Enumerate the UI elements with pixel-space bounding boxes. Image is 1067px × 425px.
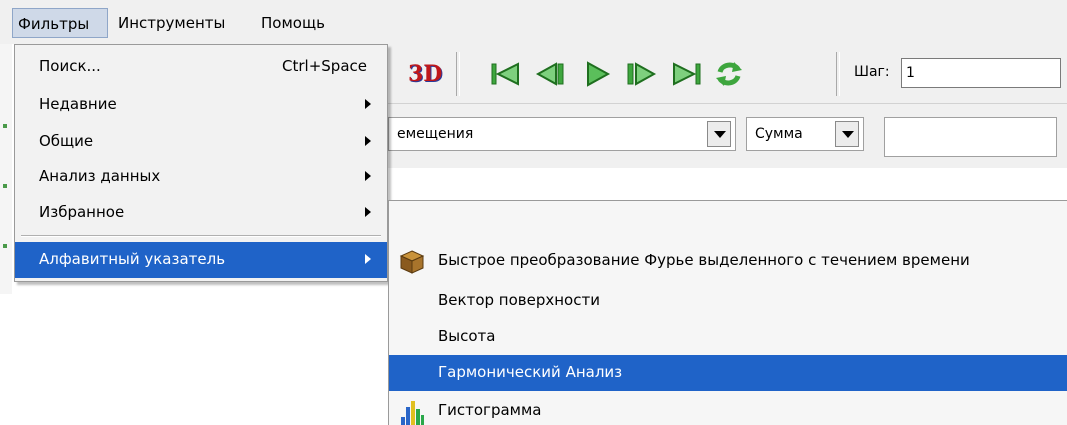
submenu-item-surface-vector[interactable]: Вектор поверхности (389, 283, 1067, 319)
left-panel-edge (0, 44, 12, 294)
menu-item-favorites[interactable]: Избранное (15, 195, 387, 231)
tree-marker (3, 184, 7, 188)
menu-item-search[interactable]: Поиск... Ctrl+Space (15, 49, 387, 85)
value-field[interactable] (884, 117, 1057, 157)
submenu-item-label: Быстрое преобразование Фурье выделенного… (438, 251, 970, 269)
shortcut-label: Ctrl+Space (282, 57, 367, 75)
menu-item-label: Избранное (39, 203, 125, 221)
alphabetical-submenu: Быстрое преобразование Фурье выделенного… (388, 200, 1067, 425)
previous-frame-icon[interactable] (534, 58, 568, 90)
submenu-item-label: Гистограмма (438, 401, 542, 419)
submenu-arrow-icon (365, 171, 371, 181)
submenu-arrow-icon (365, 99, 371, 109)
variable-select-value: емещения (397, 126, 474, 142)
submenu-arrow-icon (365, 207, 371, 217)
submenu-item-fft[interactable]: Быстрое преобразование Фурье выделенного… (389, 243, 1067, 279)
menu-help[interactable]: Помощь (256, 8, 346, 38)
view-3d-button[interactable]: 3D (408, 58, 448, 90)
menu-item-label: Недавние (39, 95, 117, 113)
chevron-down-icon[interactable] (835, 121, 859, 147)
menu-tools[interactable]: Инструменты (113, 8, 255, 38)
first-frame-icon[interactable] (488, 58, 522, 90)
tree-marker (3, 244, 7, 248)
menu-separator (21, 235, 381, 237)
step-input[interactable] (901, 58, 1061, 88)
menu-item-data-analysis[interactable]: Анализ данных (15, 159, 387, 195)
animation-toolbar: 3D Шаг: (388, 44, 1067, 104)
submenu-arrow-icon (365, 136, 371, 146)
menu-item-label: Поиск... (39, 57, 101, 75)
menu-item-alphabetical[interactable]: Алфавитный указатель (15, 242, 387, 278)
last-frame-icon[interactable] (670, 58, 704, 90)
menu-item-label: Алфавитный указатель (39, 250, 226, 268)
submenu-arrow-icon (365, 254, 371, 264)
submenu-item-label: Гармонический Анализ (438, 363, 623, 381)
menu-item-label: Анализ данных (39, 167, 161, 185)
variable-select[interactable]: емещения (388, 117, 736, 151)
aggregate-select-value: Сумма (755, 126, 803, 142)
variable-toolbar: емещения Сумма (388, 104, 1067, 168)
submenu-item-label: Высота (438, 327, 496, 345)
box-icon (399, 249, 425, 275)
aggregate-select[interactable]: Сумма (746, 117, 864, 151)
menu-item-common[interactable]: Общие (15, 124, 387, 160)
toolbar-separator (456, 52, 460, 96)
play-icon[interactable] (580, 58, 614, 90)
menu-filters[interactable]: Фильтры (12, 8, 108, 38)
toolbar-separator (836, 52, 840, 96)
next-frame-icon[interactable] (624, 58, 658, 90)
filters-menu: Поиск... Ctrl+Space Недавние Общие Анали… (14, 44, 388, 282)
chevron-down-icon[interactable] (707, 121, 731, 147)
submenu-item-label: Вектор поверхности (438, 291, 600, 309)
menubar: Фильтры Инструменты Помощь (0, 0, 1067, 44)
tree-marker (3, 124, 7, 128)
submenu-item-histogram[interactable]: Гистограмма (389, 393, 1067, 425)
step-label: Шаг: (854, 64, 890, 80)
loop-icon[interactable] (712, 58, 746, 90)
histogram-icon (399, 399, 425, 425)
submenu-item-height[interactable]: Высота (389, 319, 1067, 355)
submenu-item-harmonic-analysis[interactable]: Гармонический Анализ (389, 355, 1067, 391)
menu-item-label: Общие (39, 132, 94, 150)
menu-item-recent[interactable]: Недавние (15, 87, 387, 123)
